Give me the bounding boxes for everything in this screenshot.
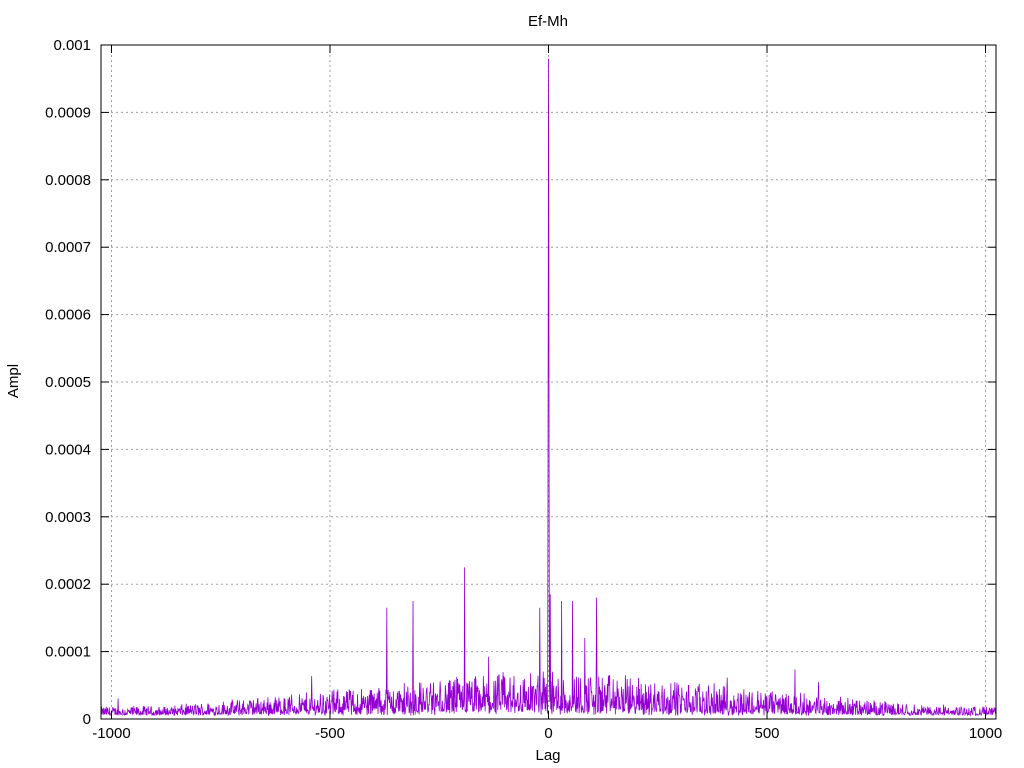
- y-tick-label: 0: [83, 711, 91, 728]
- y-tick-label: 0.0005: [45, 374, 91, 391]
- y-tick-label: 0.0001: [45, 644, 91, 661]
- x-tick-label: 500: [754, 725, 779, 742]
- y-tick-label: 0.0003: [45, 509, 91, 526]
- x-tick-label: -1000: [92, 725, 130, 742]
- x-axis-label: Lag: [535, 747, 560, 764]
- x-tick-label: 1000: [969, 725, 1002, 742]
- x-tick-label: -500: [315, 725, 345, 742]
- y-tick-label: 0.0009: [45, 104, 91, 121]
- y-tick-labels: 0 0.0001 0.0002 0.0003 0.0004 0.0005 0.0006 0.0…: [45, 37, 91, 728]
- y-axis-label: Ampl: [5, 364, 22, 398]
- y-tick-label: 0.0007: [45, 239, 91, 256]
- y-tick-label: 0.0008: [45, 172, 91, 189]
- chart-title: Ef-Mh: [528, 13, 568, 30]
- chart: -1000 -500 0 500 1000 0 0.0001 0.0002 0.0003 0.0…: [5, 13, 1002, 764]
- y-tick-label: 0.0002: [45, 576, 91, 593]
- y-tick-label: 0.0004: [45, 441, 91, 458]
- y-tick-label: 0.0006: [45, 307, 91, 324]
- y-tick-label: 0.001: [53, 37, 91, 54]
- x-tick-labels: -1000 -500 0 500 1000: [92, 725, 1002, 742]
- series-line: [100, 58, 997, 717]
- series-ef-mh: [100, 58, 997, 717]
- x-tick-label: 0: [544, 725, 552, 742]
